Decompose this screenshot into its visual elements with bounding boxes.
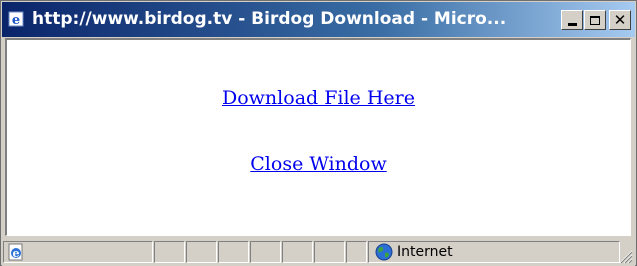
status-panel-7 — [314, 241, 345, 263]
caption-buttons: ✕ — [561, 10, 631, 30]
close-window-link[interactable]: Close Window — [7, 153, 630, 175]
status-panel-6 — [282, 241, 313, 263]
minimize-button[interactable] — [561, 10, 583, 30]
svg-text:e: e — [12, 13, 20, 28]
maximize-icon — [590, 15, 600, 25]
svg-text:e: e — [13, 247, 20, 260]
status-panel-5 — [250, 241, 281, 263]
resize-grip-icon[interactable] — [619, 250, 633, 264]
status-bar: e Internet — [2, 238, 635, 266]
ie-page-icon: e — [8, 243, 23, 261]
status-panel-2 — [154, 241, 185, 263]
page-content: Download File Here Close Window — [5, 38, 631, 236]
ie-icon: e — [8, 11, 24, 28]
maximize-button[interactable] — [584, 10, 606, 30]
browser-popup-window: e http://www.birdog.tv - Birdog Download… — [0, 0, 637, 266]
zone-label: Internet — [397, 244, 453, 260]
window-title: http://www.birdog.tv - Birdog Download -… — [32, 9, 507, 29]
close-icon: ✕ — [613, 10, 627, 29]
minimize-icon — [567, 22, 577, 26]
status-panel-8 — [346, 241, 367, 263]
status-panel-4 — [218, 241, 249, 263]
globe-icon — [375, 243, 393, 261]
download-file-link[interactable]: Download File Here — [7, 87, 630, 109]
title-bar[interactable]: e http://www.birdog.tv - Birdog Download… — [2, 2, 635, 37]
close-button[interactable]: ✕ — [609, 10, 631, 30]
status-panel-main: e — [3, 241, 153, 263]
status-panel-3 — [186, 241, 217, 263]
zone-panel: Internet — [368, 241, 620, 263]
